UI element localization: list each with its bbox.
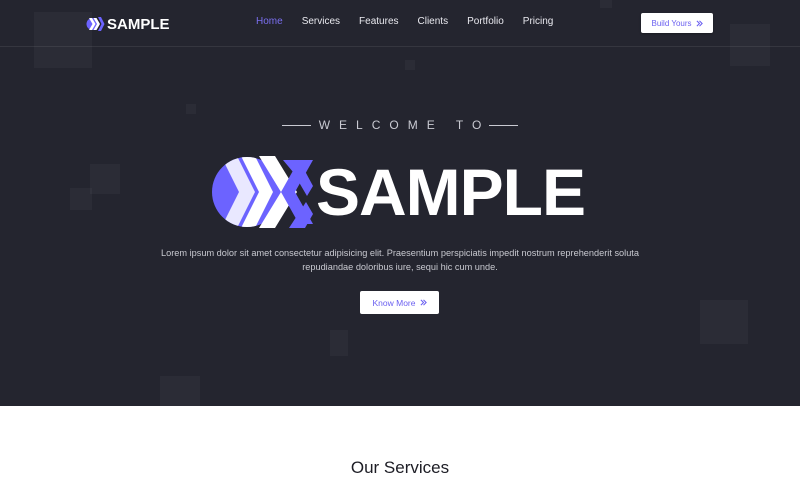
nav-item-home[interactable]: Home [256, 16, 283, 27]
bg-square [186, 104, 196, 114]
brand-mark-icon [86, 17, 105, 31]
nav-item-portfolio[interactable]: Portfolio [467, 16, 504, 27]
welcome-heading: WELCOME TO [0, 118, 800, 132]
bg-square [700, 300, 748, 344]
bg-square [70, 188, 92, 210]
nav-item-features[interactable]: Features [359, 16, 398, 27]
services-title: Our Services [350, 458, 450, 477]
build-yours-button[interactable]: Build Yours [641, 13, 713, 33]
hero-logo-text: SAMPLE [316, 155, 586, 229]
hero-description: Lorem ipsum dolor sit amet consectetur a… [161, 248, 639, 272]
welcome-text: WELCOME TO [318, 118, 491, 132]
build-yours-label: Build Yours [651, 18, 692, 28]
bg-square [90, 164, 120, 194]
nav-item-pricing[interactable]: Pricing [523, 16, 554, 27]
divider-line [281, 125, 311, 127]
bg-square [330, 330, 348, 356]
brand-name: SAMPLE [107, 15, 170, 33]
hero-section: SAMPLE Home Services Features Clients Po… [0, 0, 800, 406]
know-more-button[interactable]: Know More [360, 291, 439, 314]
nav-item-clients[interactable]: Clients [418, 16, 449, 27]
brand-logo[interactable]: SAMPLE [86, 14, 170, 34]
double-chevron-right-icon [420, 299, 427, 306]
bg-square [160, 376, 200, 406]
double-chevron-right-icon [696, 20, 703, 26]
navbar: SAMPLE Home Services Features Clients Po… [0, 0, 800, 47]
divider-line [489, 125, 519, 127]
know-more-label: Know More [372, 297, 416, 308]
nav-menu: Home Services Features Clients Portfolio… [256, 16, 572, 27]
bg-square [405, 60, 415, 70]
nav-item-services[interactable]: Services [302, 16, 340, 27]
